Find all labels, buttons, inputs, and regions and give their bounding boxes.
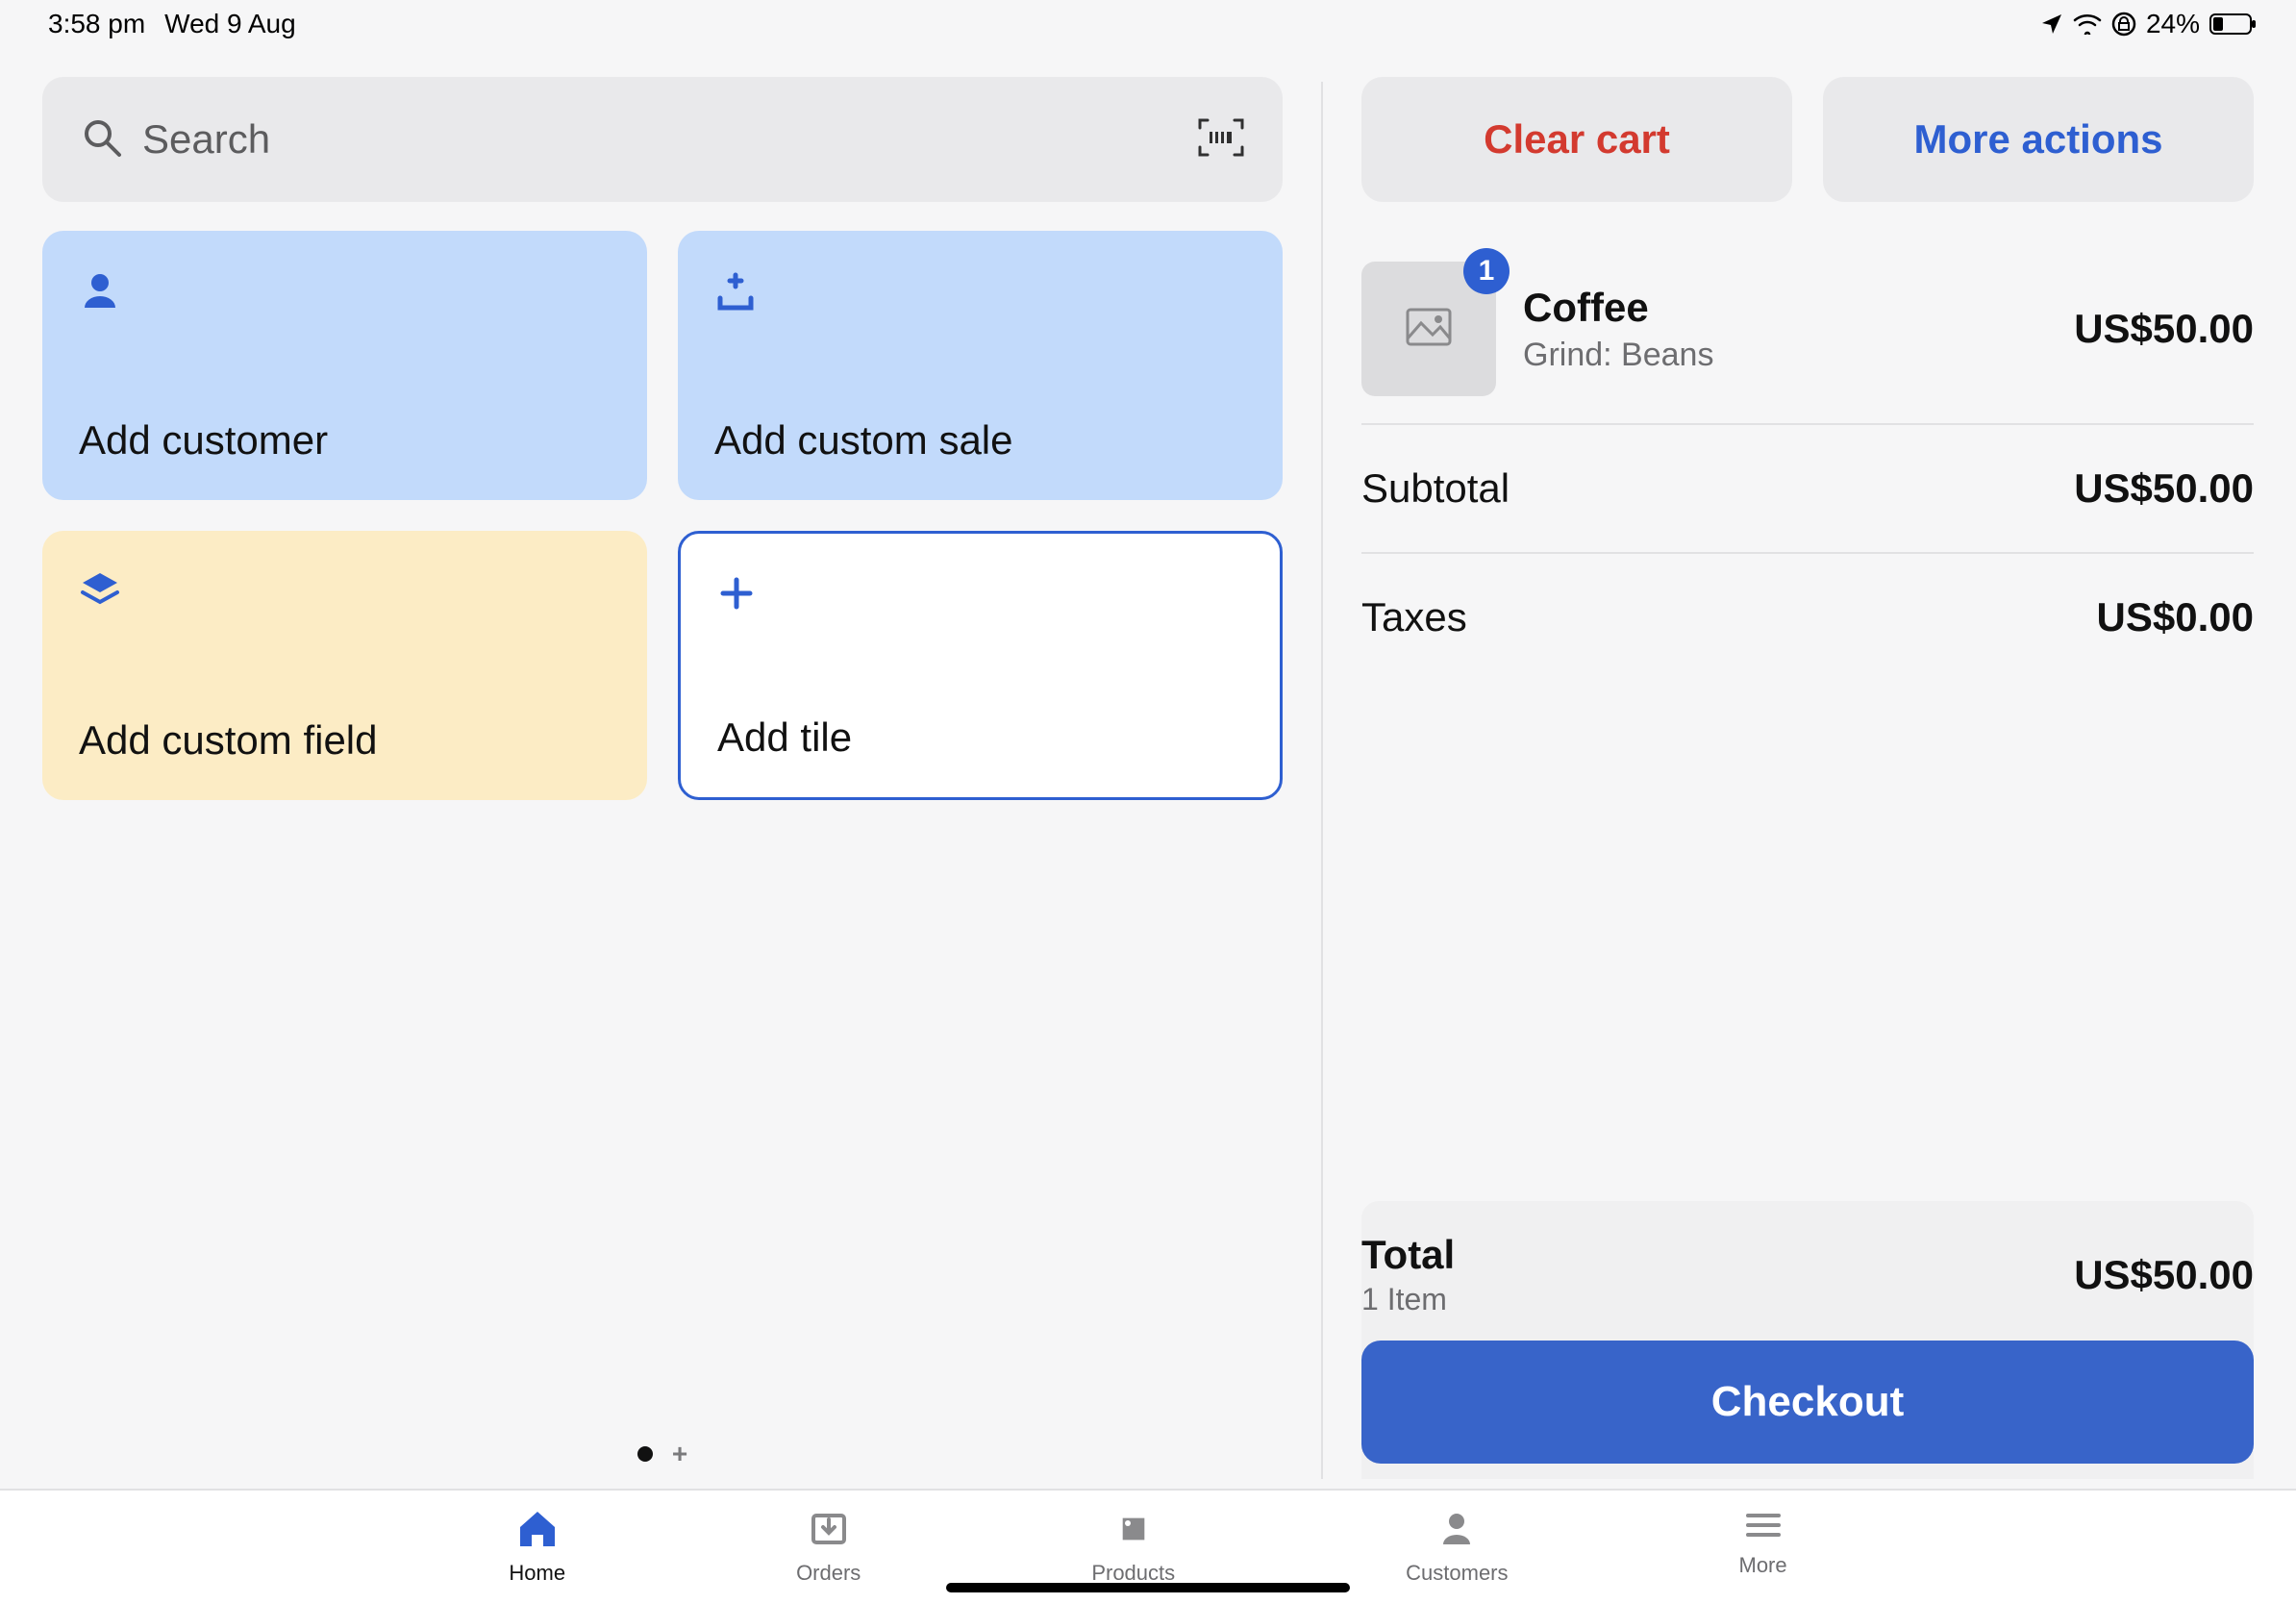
nav-more[interactable]: More: [1739, 1510, 1787, 1586]
plus-icon: [717, 570, 1243, 616]
person-icon: [79, 267, 611, 313]
status-date: Wed 9 Aug: [164, 9, 295, 39]
search-bar[interactable]: Search: [42, 77, 1283, 202]
tile-label: Add customer: [79, 417, 611, 464]
right-pane: Clear cart More actions 1 Coffee Grind: …: [1361, 77, 2254, 1479]
battery-icon: [2209, 13, 2258, 36]
nav-customers[interactable]: Customers: [1406, 1510, 1508, 1586]
page-dot-active[interactable]: [637, 1446, 653, 1462]
location-icon: [2040, 13, 2063, 36]
left-pane: Search Add customer: [42, 77, 1283, 1479]
status-bar: 3:58 pm Wed 9 Aug 24%: [0, 0, 2296, 48]
more-actions-button[interactable]: More actions: [1823, 77, 2254, 202]
total-label: Total: [1361, 1232, 1455, 1278]
status-time: 3:58 pm: [48, 9, 145, 39]
total-value: US$50.00: [2074, 1252, 2254, 1298]
wifi-icon: [2073, 13, 2102, 35]
search-icon: [81, 116, 123, 163]
battery-percent: 24%: [2146, 9, 2200, 39]
checkout-area: Total 1 Item US$50.00 Checkout: [1361, 1201, 2254, 1479]
page-indicator: +: [42, 1439, 1283, 1479]
nav-label: More: [1739, 1553, 1787, 1578]
checkout-button[interactable]: Checkout: [1361, 1341, 2254, 1464]
nav-home[interactable]: Home: [509, 1510, 565, 1586]
nav-label: Products: [1091, 1561, 1175, 1586]
inbox-icon: [810, 1510, 848, 1553]
tile-label: Add custom sale: [714, 417, 1246, 464]
tile-label: Add tile: [717, 714, 1243, 761]
menu-icon: [1744, 1510, 1783, 1545]
tile-grid: Add customer Add custom sale: [42, 231, 1283, 800]
barcode-scan-icon[interactable]: [1198, 118, 1244, 162]
nav-products[interactable]: Products: [1091, 1510, 1175, 1586]
subtotal-label: Subtotal: [1361, 465, 1510, 512]
orientation-lock-icon: [2111, 12, 2136, 37]
nav-label: Customers: [1406, 1561, 1508, 1586]
vertical-divider: [1321, 82, 1323, 1479]
status-left: 3:58 pm Wed 9 Aug: [48, 9, 296, 39]
image-placeholder-icon: [1402, 300, 1456, 359]
cart-body: 1 Coffee Grind: Beans US$50.00 Subtotal …: [1361, 235, 2254, 681]
cart-item-variant: Grind: Beans: [1523, 337, 2047, 374]
total-items: 1 Item: [1361, 1282, 1455, 1317]
subtotal-value: US$50.00: [2074, 465, 2254, 512]
home-indicator[interactable]: [946, 1583, 1350, 1592]
nav-label: Orders: [796, 1561, 861, 1586]
cart-actions: Clear cart More actions: [1361, 77, 2254, 202]
clear-cart-button[interactable]: Clear cart: [1361, 77, 1792, 202]
taxes-label: Taxes: [1361, 594, 1467, 640]
person-icon: [1437, 1510, 1476, 1553]
total-row: Total 1 Item US$50.00: [1361, 1232, 2254, 1341]
taxes-row: Taxes US$0.00: [1361, 554, 2254, 681]
cart-item[interactable]: 1 Coffee Grind: Beans US$50.00: [1361, 235, 2254, 425]
taxes-value: US$0.00: [2097, 594, 2254, 640]
nav-orders[interactable]: Orders: [796, 1510, 861, 1586]
home-icon: [516, 1510, 559, 1553]
tag-icon: [1114, 1510, 1153, 1553]
tile-label: Add custom field: [79, 717, 611, 764]
search-placeholder: Search: [142, 116, 270, 163]
cart-item-name: Coffee: [1523, 285, 2047, 331]
add-customer-tile[interactable]: Add customer: [42, 231, 647, 500]
add-custom-sale-tile[interactable]: Add custom sale: [678, 231, 1283, 500]
cart-item-price: US$50.00: [2074, 306, 2254, 352]
subtotal-row: Subtotal US$50.00: [1361, 425, 2254, 554]
nav-label: Home: [509, 1561, 565, 1586]
add-custom-field-tile[interactable]: Add custom field: [42, 531, 647, 800]
add-tile-tile[interactable]: Add tile: [678, 531, 1283, 800]
cart-item-thumb: 1: [1361, 262, 1496, 396]
status-right: 24%: [2040, 9, 2258, 39]
add-page-icon[interactable]: +: [672, 1439, 687, 1469]
layers-icon: [79, 567, 611, 614]
qty-badge: 1: [1463, 248, 1510, 294]
upload-plus-icon: [714, 267, 1246, 313]
